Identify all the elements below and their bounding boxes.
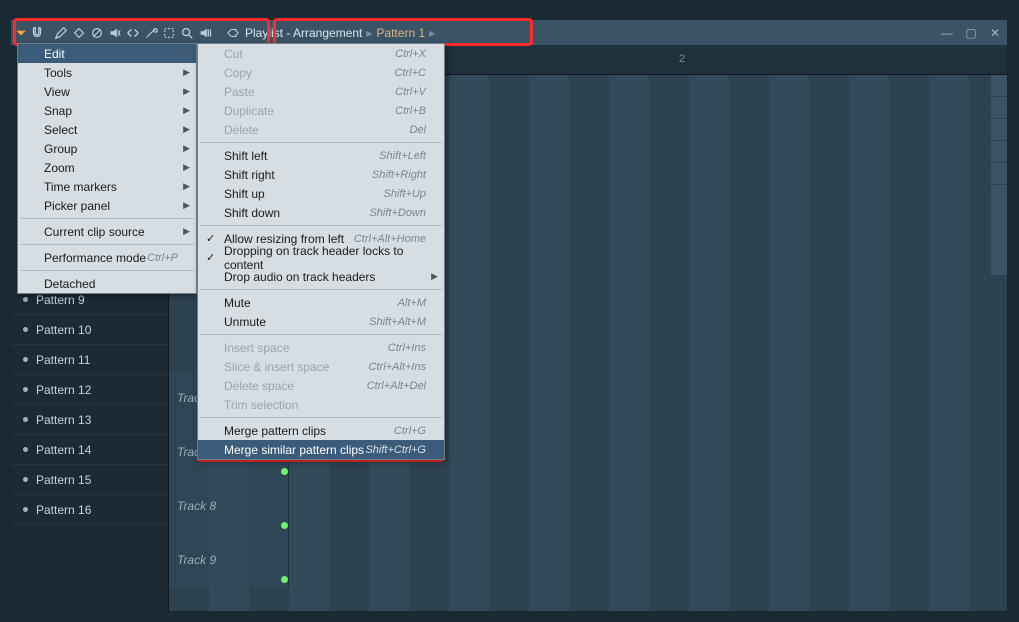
- menu-insert-space: Insert spaceCtrl+Ins: [198, 338, 444, 357]
- menu-drop-locks[interactable]: ✓Dropping on track header locks to conte…: [198, 248, 444, 267]
- menu-paste: PasteCtrl+V: [198, 82, 444, 101]
- picker-item[interactable]: Pattern 15: [11, 465, 168, 495]
- menu-mute[interactable]: MuteAlt+M: [198, 293, 444, 312]
- menu-shift-up[interactable]: Shift upShift+Up: [198, 184, 444, 203]
- zoom-icon[interactable]: [179, 25, 195, 41]
- chevron-right-icon: ▸: [429, 26, 435, 40]
- edit-submenu: CutCtrl+X CopyCtrl+C PasteCtrl+V Duplica…: [197, 43, 445, 460]
- track-active-dot[interactable]: [281, 576, 288, 583]
- menu-delete: DeleteDel: [198, 120, 444, 139]
- menu-time-markers[interactable]: Time markers▶: [18, 177, 196, 196]
- arrangement-icon: [225, 25, 241, 41]
- breadcrumb[interactable]: Playlist - Arrangement ▸ Pattern 1 ▸: [225, 25, 435, 41]
- track-header[interactable]: Track 8: [169, 479, 289, 533]
- menu-delete-space: Delete spaceCtrl+Alt+Del: [198, 376, 444, 395]
- right-panel-button[interactable]: [991, 163, 1007, 185]
- disable-icon[interactable]: [89, 25, 105, 41]
- paint-icon[interactable]: [71, 25, 87, 41]
- picker-item[interactable]: Pattern 13: [11, 405, 168, 435]
- menu-unmute[interactable]: UnmuteShift+Alt+M: [198, 312, 444, 331]
- playback-icon[interactable]: [197, 25, 213, 41]
- ruler-tick: 2: [679, 53, 685, 65]
- menu-view[interactable]: View▶: [18, 82, 196, 101]
- close-icon[interactable]: ✕: [987, 25, 1003, 41]
- menu-shift-right[interactable]: Shift rightShift+Right: [198, 165, 444, 184]
- title-bar: Playlist - Arrangement ▸ Pattern 1 ▸ — ▢…: [11, 20, 1007, 45]
- menu-merge-pattern-clips[interactable]: Merge pattern clipsCtrl+G: [198, 421, 444, 440]
- mute-icon[interactable]: [107, 25, 123, 41]
- menu-select[interactable]: Select▶: [18, 120, 196, 139]
- picker-item[interactable]: Pattern 12: [11, 375, 168, 405]
- right-panel-button[interactable]: [991, 141, 1007, 163]
- window-controls: — ▢ ✕: [939, 25, 1003, 41]
- picker-item[interactable]: Pattern 14: [11, 435, 168, 465]
- breadcrumb-root: Playlist - Arrangement: [245, 26, 362, 40]
- pencil-icon[interactable]: [53, 25, 69, 41]
- track-row[interactable]: Track 8: [169, 479, 1007, 533]
- menu-separator: [200, 334, 442, 335]
- menu-detached[interactable]: Detached: [18, 274, 196, 293]
- track-header[interactable]: Track 9: [169, 533, 289, 587]
- menu-group[interactable]: Group▶: [18, 139, 196, 158]
- menu-separator: [200, 417, 442, 418]
- slip-icon[interactable]: [125, 25, 141, 41]
- menu-shift-left[interactable]: Shift leftShift+Left: [198, 146, 444, 165]
- menu-separator: [20, 244, 194, 245]
- maximize-icon[interactable]: ▢: [963, 25, 979, 41]
- menu-copy: CopyCtrl+C: [198, 63, 444, 82]
- select-icon[interactable]: [161, 25, 177, 41]
- menu-performance-mode[interactable]: Performance modeCtrl+P: [18, 248, 196, 267]
- right-panel-button[interactable]: [991, 97, 1007, 119]
- menu-separator: [20, 270, 194, 271]
- menu-zoom[interactable]: Zoom▶: [18, 158, 196, 177]
- menu-separator: [20, 218, 194, 219]
- picker-item[interactable]: Pattern 10: [11, 315, 168, 345]
- picker-item[interactable]: Pattern 11: [11, 345, 168, 375]
- menu-duplicate: DuplicateCtrl+B: [198, 101, 444, 120]
- menu-merge-similar-pattern-clips[interactable]: Merge similar pattern clipsShift+Ctrl+G: [198, 440, 444, 459]
- menu-snap[interactable]: Snap▶: [18, 101, 196, 120]
- magnet-icon[interactable]: [29, 25, 45, 41]
- menu-shift-down[interactable]: Shift downShift+Down: [198, 203, 444, 222]
- menu-separator: [200, 225, 442, 226]
- menu-cut: CutCtrl+X: [198, 44, 444, 63]
- menu-slice-insert: Slice & insert spaceCtrl+Alt+Ins: [198, 357, 444, 376]
- menu-separator: [200, 142, 442, 143]
- track-row[interactable]: Track 9: [169, 533, 1007, 587]
- picker-item[interactable]: Pattern 16: [11, 495, 168, 525]
- right-panel: [991, 75, 1007, 275]
- menu-drop-audio[interactable]: Drop audio on track headers▶: [198, 267, 444, 286]
- chevron-right-icon: ▸: [366, 26, 372, 40]
- breadcrumb-current[interactable]: Pattern 1: [376, 26, 425, 40]
- track-active-dot[interactable]: [281, 468, 288, 475]
- menu-separator: [200, 289, 442, 290]
- right-panel-button[interactable]: [991, 119, 1007, 141]
- minimize-icon[interactable]: —: [939, 25, 955, 41]
- menu-dropdown-icon[interactable]: [15, 25, 27, 41]
- menu-tools[interactable]: Tools▶: [18, 63, 196, 82]
- menu-picker-panel[interactable]: Picker panel▶: [18, 196, 196, 215]
- menu-current-clip-source[interactable]: Current clip source▶: [18, 222, 196, 241]
- menu-edit[interactable]: Edit▶: [18, 44, 196, 63]
- track-active-dot[interactable]: [281, 522, 288, 529]
- toolbar: [11, 20, 217, 45]
- slice-icon[interactable]: [143, 25, 159, 41]
- menu-trim-selection: Trim selection: [198, 395, 444, 414]
- playlist-options-menu: Edit▶ Tools▶ View▶ Snap▶ Select▶ Group▶ …: [17, 43, 197, 294]
- right-panel-button[interactable]: [991, 75, 1007, 97]
